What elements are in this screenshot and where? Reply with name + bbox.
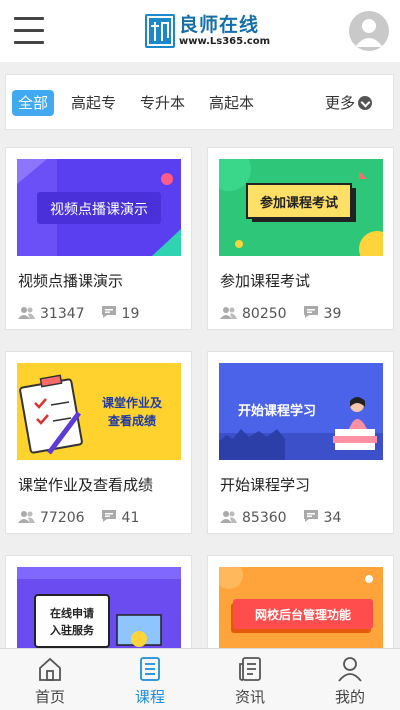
- tab-course-label: 课程: [134, 688, 165, 706]
- student-count: 80250: [242, 306, 287, 322]
- comment-icon: [303, 305, 319, 323]
- bottom-tab-bar: 首页 课程 资讯 我的: [0, 648, 400, 710]
- category-gaoqiben[interactable]: 高起本: [209, 90, 254, 116]
- comment-icon: [101, 305, 117, 323]
- comment-count: 34: [323, 510, 342, 526]
- course-title: 视频点播课演示: [18, 272, 124, 290]
- course-card[interactable]: 视频点播课演示 视频点播课演示 31347 19: [5, 147, 192, 330]
- tab-profile-label: 我的: [334, 688, 365, 706]
- comment-count: 41: [121, 510, 140, 526]
- menu-icon[interactable]: [14, 17, 44, 45]
- course-title: 开始课程学习: [220, 476, 311, 494]
- users-icon: [220, 306, 237, 323]
- logo-mark: [145, 14, 175, 48]
- course-stats: 77206 41: [18, 509, 139, 527]
- more-label: 更多: [325, 94, 356, 112]
- course-thumbnail: 课堂作业及 查看成绩: [17, 363, 181, 460]
- tab-profile[interactable]: 我的: [300, 649, 400, 710]
- logo: 良师在线 www.Ls365.com: [145, 11, 270, 51]
- more-button[interactable]: 更多: [325, 90, 373, 116]
- thumb-text: 参加课程考试: [260, 195, 338, 211]
- news-icon: [237, 656, 263, 686]
- course-title: 课堂作业及查看成绩: [18, 476, 154, 494]
- course-stats: 31347 19: [18, 305, 139, 323]
- category-bar: 全部 高起专 专升本 高起本 更多: [5, 74, 394, 130]
- thumb-text: 视频点播课演示: [50, 202, 148, 218]
- thumb-text-line1: 在线申请: [50, 606, 94, 620]
- tab-news-label: 资讯: [234, 688, 265, 706]
- comment-icon: [101, 509, 117, 527]
- profile-icon: [337, 656, 363, 686]
- tab-news[interactable]: 资讯: [200, 649, 300, 710]
- users-icon: [18, 306, 35, 323]
- home-icon: [37, 656, 63, 686]
- thumb-text-line2: 查看成绩: [107, 413, 156, 428]
- comment-count: 19: [121, 306, 140, 322]
- category-zhuanshengben[interactable]: 专升本: [140, 90, 185, 116]
- users-icon: [220, 510, 237, 527]
- comment-icon: [303, 509, 319, 527]
- users-icon: [18, 510, 35, 527]
- chevron-down-icon: [358, 96, 373, 110]
- course-card[interactable]: 参加课程考试 参加课程考试 80250 39: [207, 147, 394, 330]
- course-card[interactable]: 开始课程学习 开始课程学习 85360 34: [207, 351, 394, 534]
- course-icon: [137, 656, 163, 686]
- comment-count: 39: [323, 306, 342, 322]
- course-card[interactable]: 课堂作业及 查看成绩 课堂作业及查看成绩 77206 41: [5, 351, 192, 534]
- student-count: 31347: [40, 306, 85, 322]
- avatar-icon[interactable]: [349, 11, 389, 51]
- student-count: 85360: [242, 510, 287, 526]
- course-thumbnail: 视频点播课演示: [17, 159, 181, 256]
- tab-home-label: 首页: [34, 688, 65, 706]
- thumb-text: 网校后台管理功能: [255, 607, 351, 622]
- course-stats: 80250 39: [220, 305, 341, 323]
- category-gaoqizhuan[interactable]: 高起专: [71, 90, 116, 116]
- app-header: 良师在线 www.Ls365.com: [0, 0, 400, 62]
- logo-name: 良师在线: [179, 14, 260, 36]
- thumb-text-line1: 课堂作业及: [102, 395, 163, 410]
- course-thumbnail: 开始课程学习: [219, 363, 383, 460]
- course-stats: 85360 34: [220, 509, 341, 527]
- course-thumbnail: 参加课程考试: [219, 159, 383, 256]
- thumb-text-line2: 入驻服务: [50, 623, 95, 637]
- student-count: 77206: [40, 510, 85, 526]
- course-title: 参加课程考试: [220, 272, 311, 290]
- category-all[interactable]: 全部: [12, 90, 55, 116]
- thumb-text: 开始课程学习: [238, 403, 316, 419]
- logo-url: www.Ls365.com: [179, 36, 271, 47]
- tab-home[interactable]: 首页: [0, 649, 100, 710]
- tab-course[interactable]: 课程: [100, 649, 200, 710]
